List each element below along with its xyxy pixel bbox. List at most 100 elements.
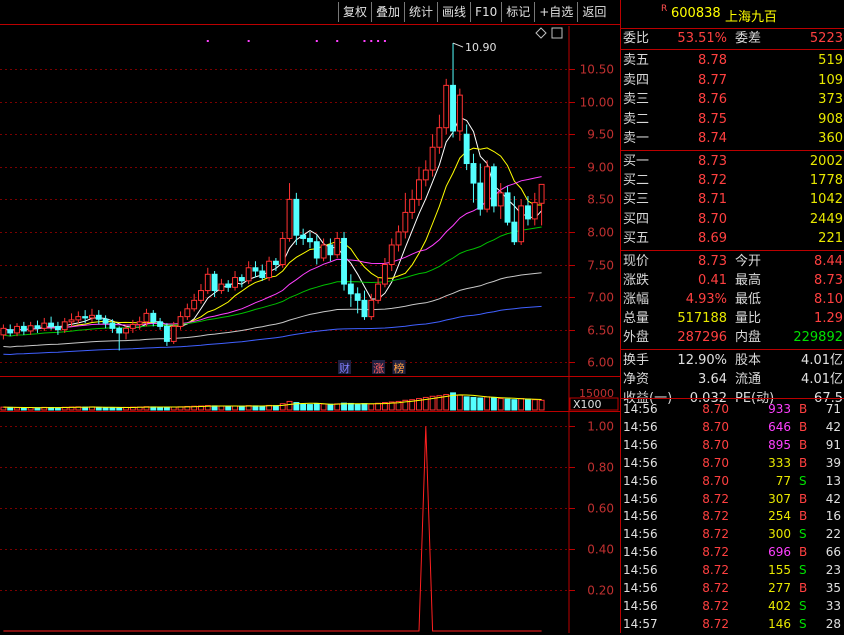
candle[interactable] [225,280,232,292]
candle[interactable] [259,264,266,281]
candle[interactable] [402,192,409,239]
kline-chart-area[interactable]: 1.00 0.80 0.60 0.40 0.20 10.50 10.00 9.50 9.00 8… [0,0,620,633]
candle[interactable] [422,160,429,187]
toolbar-button[interactable]: 标记 [501,2,534,22]
tick-price: 8.72 [702,581,729,595]
event-mark[interactable]: 财 [339,361,350,375]
candle[interactable] [20,321,27,335]
tick-row: 14:56 8.70 333 B 39 [621,454,844,474]
candle[interactable] [450,43,456,138]
tick-volume: 155 [768,563,791,578]
tick-direction: B [799,437,808,452]
toolbar-button[interactable]: +自选 [534,2,577,22]
info-label: 换手 [623,353,650,368]
toolbar-button[interactable]: 复权 [338,2,371,22]
candle[interactable] [198,284,204,304]
divider [621,150,844,151]
candle[interactable] [375,277,382,304]
candle[interactable] [0,324,7,340]
toolbar-button[interactable]: F10 [470,2,501,22]
tick-price: 8.70 [702,473,729,488]
candle[interactable] [381,258,388,288]
candle[interactable] [334,231,341,258]
candle[interactable] [368,293,375,320]
toolbar-button[interactable]: 统计 [404,2,437,22]
candle[interactable] [89,308,95,322]
candle[interactable] [327,238,334,262]
stock-code[interactable]: 600838 [671,6,721,21]
candle[interactable] [252,261,259,278]
candle[interactable] [266,256,273,281]
divider [621,250,844,251]
candle-body [272,260,279,266]
candle[interactable] [456,88,463,141]
candle[interactable] [443,78,450,135]
candle[interactable] [157,317,164,330]
volume-bar [286,400,293,411]
candle-body [82,316,89,319]
candle[interactable] [525,196,531,226]
candle[interactable] [313,235,320,265]
toolbar-button[interactable]: 返回 [577,2,610,22]
candle[interactable] [395,225,402,252]
candle[interactable] [245,261,252,285]
candle[interactable] [293,192,300,245]
indicator-line [3,426,542,632]
candle[interactable] [409,189,416,219]
candle[interactable] [7,324,14,337]
candle[interactable] [232,271,238,291]
event-mark[interactable]: 榜 [394,361,405,375]
candle[interactable] [347,274,354,307]
candle-body [20,325,27,332]
diamond-icon[interactable] [535,27,547,39]
candle[interactable] [429,134,436,177]
candle[interactable] [211,271,218,298]
candle-body [95,314,102,320]
candle[interactable] [102,315,109,329]
candle[interactable] [361,290,368,320]
toolbar-button[interactable]: 画线 [437,2,470,22]
candle[interactable] [463,124,470,171]
candle-body [490,166,497,207]
candle[interactable] [470,153,477,203]
stock-name[interactable]: 上海九百 [725,6,777,25]
toolbar-button[interactable]: 叠加 [371,2,404,22]
candle[interactable] [416,166,422,206]
candle[interactable] [300,228,307,245]
candle[interactable] [238,274,245,288]
stat-value: 517188 [677,311,727,326]
candle[interactable] [41,317,48,331]
candle[interactable] [116,326,123,351]
candle[interactable] [204,267,211,294]
candle[interactable] [477,163,484,216]
candle[interactable] [436,114,443,154]
candle[interactable] [163,323,170,346]
candle[interactable] [34,320,41,333]
event-mark[interactable]: 涨 [373,362,384,375]
candle-body [327,244,334,256]
candle[interactable] [531,192,538,226]
candle[interactable] [388,238,395,272]
stat-label: 今开 [735,254,762,269]
candle[interactable] [490,163,497,213]
scroll-box-icon[interactable] [551,27,563,39]
candle[interactable] [177,311,184,330]
candle[interactable] [484,160,491,213]
candle[interactable] [279,231,286,268]
candle-body [450,84,456,132]
candle[interactable] [218,278,225,294]
candle[interactable] [14,323,20,337]
candle[interactable] [511,196,518,245]
candle[interactable] [504,186,511,226]
candle[interactable] [307,231,313,249]
candle-body [497,192,504,207]
candle[interactable] [184,303,191,320]
candle[interactable] [191,293,198,312]
tick-direction: S [799,598,807,613]
candle[interactable] [75,311,82,324]
candle[interactable] [286,183,293,242]
candle-body [347,283,354,295]
candle[interactable] [341,231,347,291]
candle[interactable] [27,321,34,335]
candle[interactable] [518,199,525,245]
